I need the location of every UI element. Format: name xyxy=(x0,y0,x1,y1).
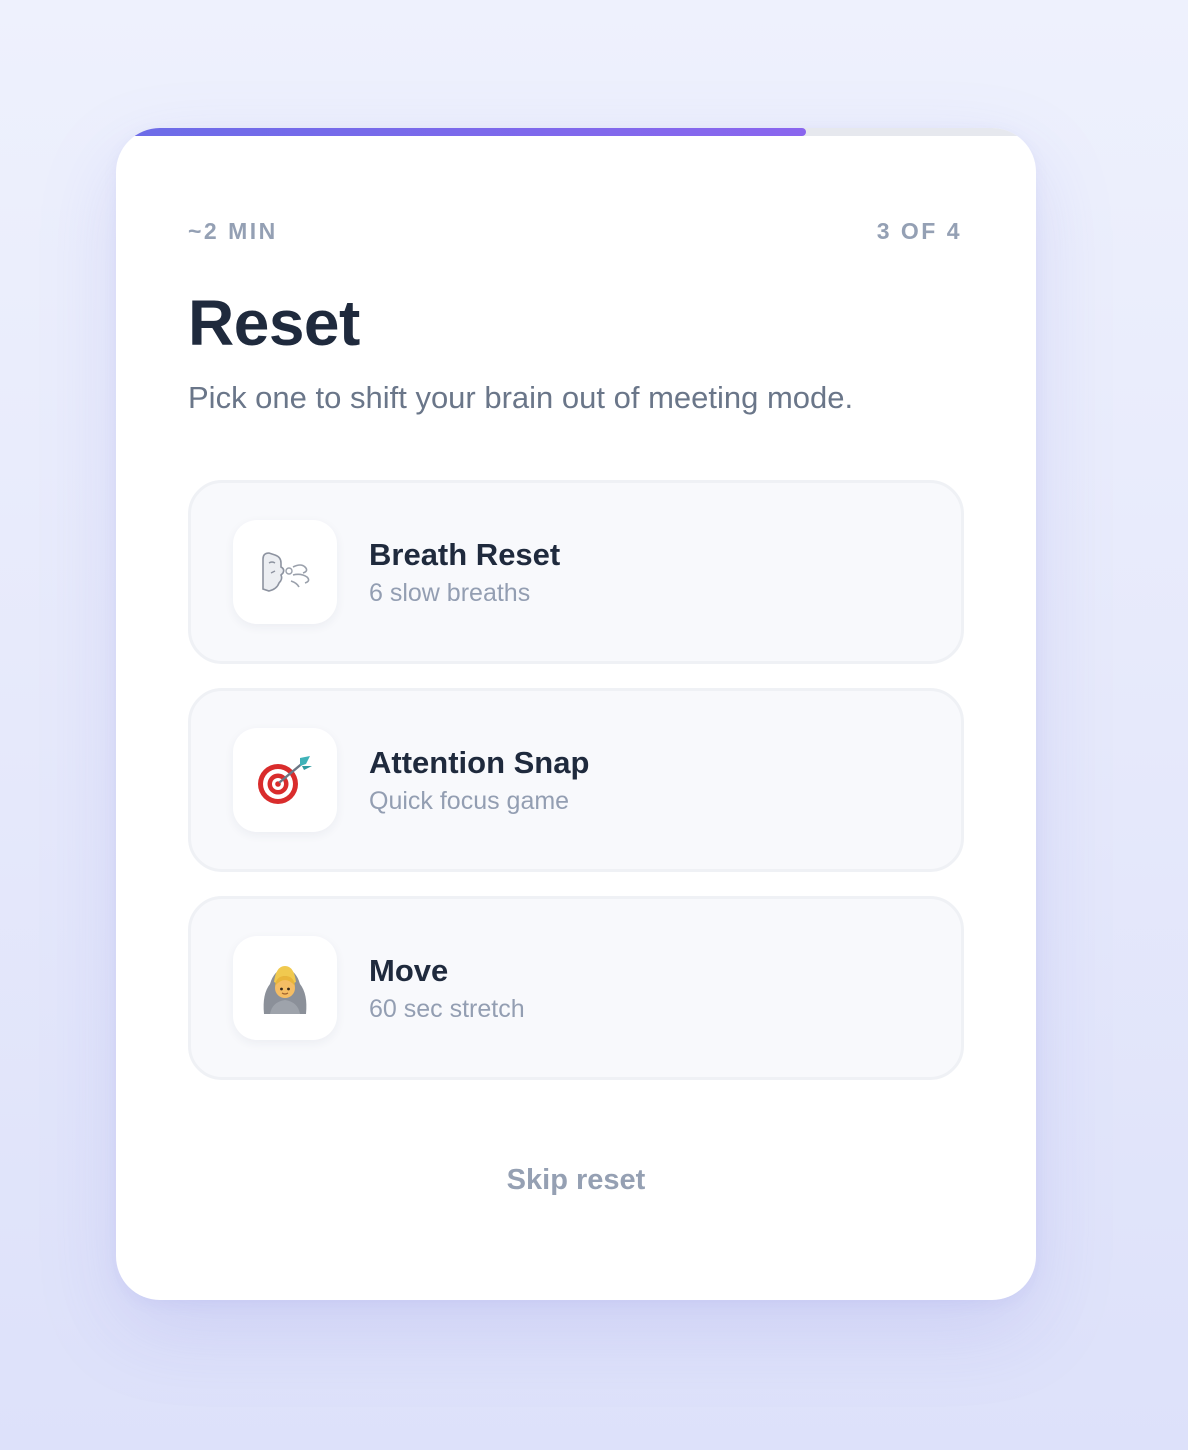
option-subtitle: 6 slow breaths xyxy=(369,578,531,607)
page-title: Reset xyxy=(188,287,360,359)
option-attention-snap[interactable]: Attention Snap Quick focus game xyxy=(188,688,964,872)
reset-options: Breath Reset 6 slow breaths Attention Sn… xyxy=(188,480,964,1104)
target-dart-icon xyxy=(233,728,337,832)
meta-row: ~2 MIN 3 OF 4 xyxy=(188,218,962,245)
option-breath-reset[interactable]: Breath Reset 6 slow breaths xyxy=(188,480,964,664)
reset-card: ~2 MIN 3 OF 4 Reset Pick one to shift yo… xyxy=(116,128,1036,1300)
person-stretch-icon xyxy=(233,936,337,1040)
option-move[interactable]: Move 60 sec stretch xyxy=(188,896,964,1080)
skip-reset-button[interactable]: Skip reset xyxy=(116,1164,1036,1197)
option-subtitle: Quick focus game xyxy=(369,786,570,815)
step-counter: 3 OF 4 xyxy=(876,218,962,244)
progress-bar xyxy=(116,128,1036,136)
progress-fill xyxy=(116,128,806,136)
option-subtitle: 60 sec stretch xyxy=(369,994,525,1023)
option-title: Move xyxy=(369,952,449,988)
wind-face-icon xyxy=(233,520,337,624)
option-title: Breath Reset xyxy=(369,536,561,572)
option-title: Attention Snap xyxy=(369,744,590,780)
page-subtitle: Pick one to shift your brain out of meet… xyxy=(188,380,854,415)
duration-label: ~2 MIN xyxy=(188,218,278,244)
